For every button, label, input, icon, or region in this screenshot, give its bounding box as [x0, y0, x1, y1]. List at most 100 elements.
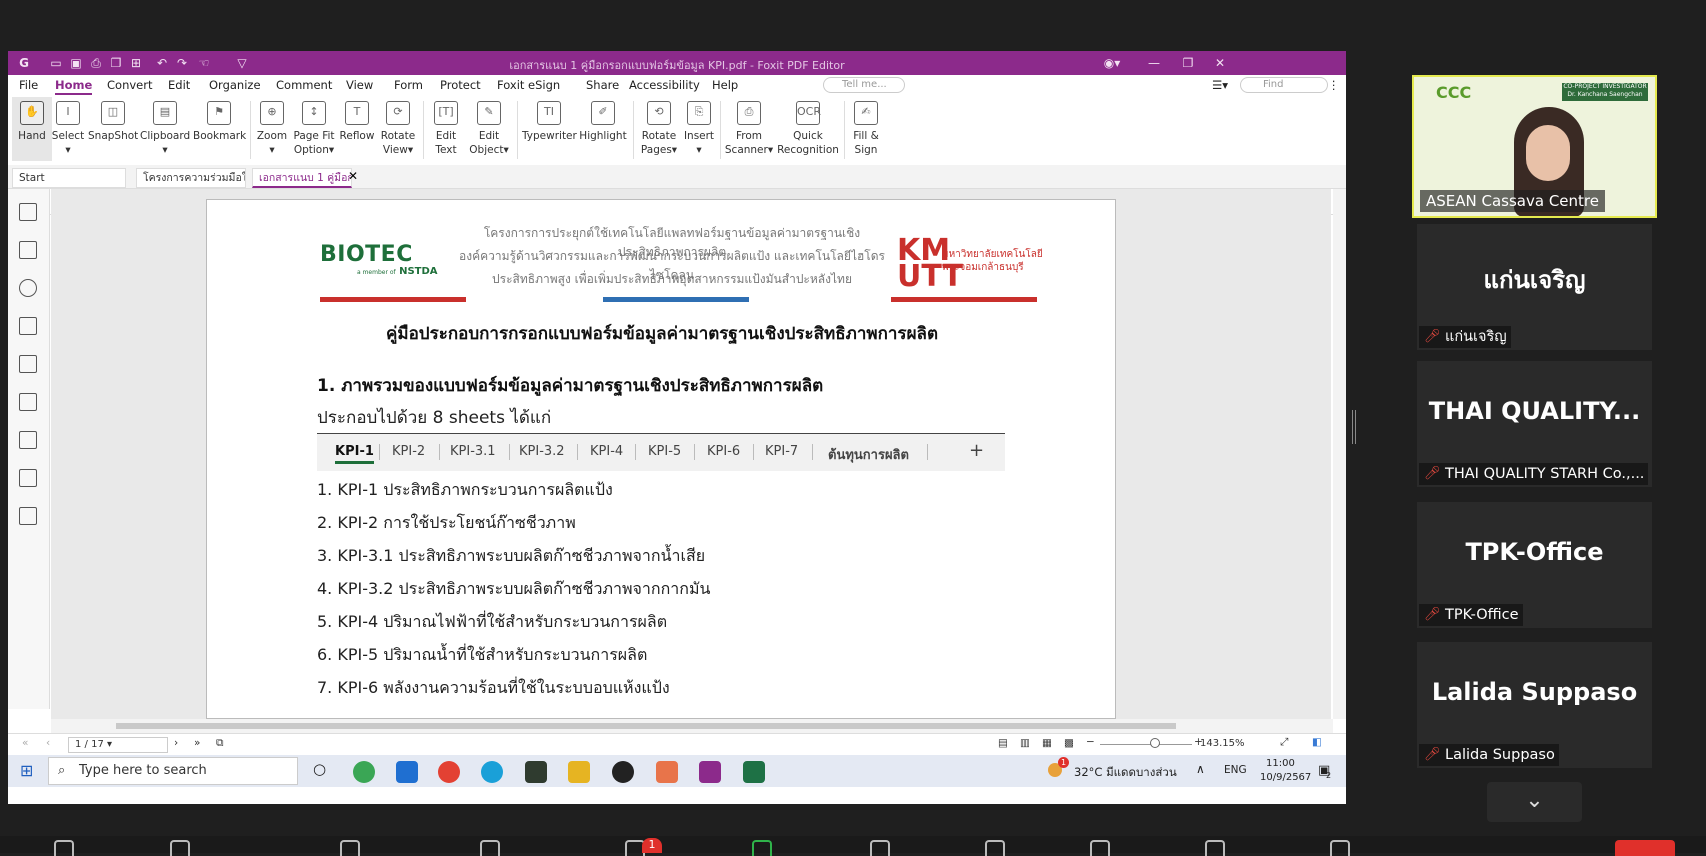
snapshot-button[interactable]: ◫ SnapShot: [88, 101, 138, 143]
menu-convert[interactable]: Convert: [107, 78, 152, 92]
participant-tile[interactable]: Lalida Suppaso 🎤︎ Lalida Suppaso: [1417, 642, 1652, 768]
first-page-icon[interactable]: «: [22, 737, 28, 749]
windows-start-icon[interactable]: ⊞: [20, 761, 33, 780]
bookmark-panel-icon[interactable]: [19, 203, 37, 221]
compare-panel-icon[interactable]: [19, 507, 37, 525]
facing-icon[interactable]: ▦: [1042, 737, 1052, 749]
menu-share[interactable]: Share: [586, 78, 619, 92]
view-pages-icon[interactable]: ⧉: [216, 737, 224, 750]
security-panel-icon[interactable]: [19, 393, 37, 411]
participant-tile[interactable]: THAI QUALITY... 🎤︎ THAI QUALITY STARH Co.…: [1417, 361, 1652, 487]
taskbar-search-input[interactable]: ⌕ Type here to search: [48, 757, 298, 785]
search-options-icon[interactable]: ☰▾: [1212, 78, 1228, 92]
bookmark-button[interactable]: ⚑ Bookmark: [193, 101, 246, 143]
edit-object-button[interactable]: ✎ Edit Object▾: [466, 101, 512, 157]
menu-form[interactable]: Form: [394, 78, 423, 92]
form-panel-icon[interactable]: [19, 431, 37, 449]
page-number-input[interactable]: 1 / 17 ▾: [68, 737, 168, 753]
tab-kpi-manual[interactable]: เอกสารแนบ 1 คู่มือกรอ...: [252, 168, 352, 188]
insert-button[interactable]: ⎘ Insert ▾: [682, 101, 716, 157]
sticky-app-icon[interactable]: [525, 761, 547, 783]
apps-icon[interactable]: [1090, 840, 1110, 856]
chrome-icon[interactable]: [438, 761, 460, 783]
tab-project-doc[interactable]: โครงการความร่วมมือในการ...: [136, 168, 246, 188]
edge-world-icon[interactable]: [353, 761, 375, 783]
from-scanner-button[interactable]: ⎙ From Scanner▾: [724, 101, 774, 157]
find-input[interactable]: Find: [1240, 77, 1328, 93]
zoom-out-icon[interactable]: −: [1086, 736, 1095, 748]
layers-panel-icon[interactable]: [19, 317, 37, 335]
foxit-assist-icon[interactable]: ◧: [1312, 736, 1322, 748]
clock-time[interactable]: 11:00: [1266, 758, 1295, 769]
tell-me-search[interactable]: Tell me...: [823, 77, 905, 93]
active-speaker-video[interactable]: CCC CO-PROJECT INVESTIGATOR Dr. Kanchana…: [1412, 75, 1657, 218]
comments-panel-icon[interactable]: [19, 279, 37, 297]
menu-view[interactable]: View: [346, 78, 373, 92]
signature-panel-icon[interactable]: [19, 469, 37, 487]
select-button[interactable]: I Select ▾: [48, 101, 88, 157]
record-icon[interactable]: [870, 840, 890, 856]
zoom-app-icon[interactable]: [656, 761, 678, 783]
menu-home[interactable]: Home: [55, 78, 93, 95]
participant-tile[interactable]: แก่นเจริญ 🎤︎ แก่นเจริญ: [1417, 224, 1652, 350]
zoom-level[interactable]: 143.15%: [1200, 738, 1245, 749]
page-fit-button[interactable]: ↕ Page Fit Option▾: [292, 101, 336, 157]
weather-text[interactable]: 32°C มีแดดบางส่วน: [1074, 764, 1177, 782]
quick-recognition-button[interactable]: OCR Quick Recognition: [776, 101, 840, 157]
clipboard-button[interactable]: ▤ Clipboard ▾: [140, 101, 190, 157]
document-canvas[interactable]: BIOTEC a member of NSTDA โครงการการประยุ…: [51, 189, 1331, 719]
minimize-icon[interactable]: —: [1146, 55, 1162, 71]
fullscreen-icon[interactable]: ⤢: [1280, 736, 1288, 749]
menu-help[interactable]: Help: [712, 78, 738, 92]
account-icon[interactable]: ◉▾: [1100, 55, 1124, 71]
rotate-view-button[interactable]: ⟳ Rotate View▾: [378, 101, 418, 157]
vertical-scrollbar[interactable]: [1333, 189, 1346, 719]
zoom-button[interactable]: ⊕ Zoom ▾: [254, 101, 290, 157]
end-meeting-button[interactable]: [1615, 840, 1675, 856]
participants-scroll-down-icon[interactable]: ⌄: [1487, 782, 1582, 822]
edge-icon[interactable]: [481, 761, 503, 783]
tab-close-icon[interactable]: ✕: [348, 169, 358, 183]
mute-icon[interactable]: [54, 840, 74, 856]
language-indicator[interactable]: ENG: [1224, 764, 1247, 776]
hand-button[interactable]: ✋ Hand: [14, 101, 50, 143]
menu-organize[interactable]: Organize: [209, 78, 261, 92]
more-options-icon[interactable]: [1330, 840, 1350, 856]
pages-panel-icon[interactable]: [19, 241, 37, 259]
share-screen-icon[interactable]: [752, 840, 772, 856]
next-page-icon[interactable]: ›: [174, 737, 178, 749]
participant-tile[interactable]: TPK-Office 🎤︎ TPK-Office: [1417, 502, 1652, 628]
menu-accessibility[interactable]: Accessibility: [629, 78, 700, 92]
tray-chevron-icon[interactable]: ∧: [1196, 762, 1205, 776]
teamviewer-icon[interactable]: [612, 761, 634, 783]
video-icon[interactable]: [170, 840, 190, 856]
typewriter-button[interactable]: TI Typewriter: [522, 101, 577, 143]
fill-sign-button[interactable]: ✍ Fill & Sign: [848, 101, 884, 157]
menu-comment[interactable]: Comment: [276, 78, 332, 92]
reactions-icon[interactable]: [985, 840, 1005, 856]
panel-resize-handle[interactable]: [1352, 410, 1356, 444]
last-page-icon[interactable]: »: [194, 737, 200, 749]
excel-icon[interactable]: [743, 761, 765, 783]
menu-protect[interactable]: Protect: [440, 78, 481, 92]
security-icon[interactable]: [340, 840, 360, 856]
participants-icon[interactable]: [480, 840, 500, 856]
clock-date[interactable]: 10/9/2567: [1260, 772, 1311, 783]
continuous-icon[interactable]: ▥: [1020, 737, 1030, 749]
file-explorer-icon[interactable]: [568, 761, 590, 783]
close-icon[interactable]: ✕: [1212, 55, 1228, 71]
menu-foxit-esign[interactable]: Foxit eSign: [497, 78, 560, 92]
horizontal-scrollbar[interactable]: [51, 719, 1333, 733]
task-view-icon[interactable]: ○: [313, 760, 326, 778]
tab-start[interactable]: Start: [12, 168, 126, 188]
more-icon[interactable]: ⋮: [1328, 78, 1340, 92]
prev-page-icon[interactable]: ‹: [46, 737, 50, 749]
cover-icon[interactable]: ▩: [1064, 737, 1074, 749]
menu-file[interactable]: File: [19, 78, 38, 92]
mail-icon[interactable]: [396, 761, 418, 783]
single-page-icon[interactable]: ▤: [998, 737, 1008, 749]
horizontal-scroll-thumb[interactable]: [116, 723, 1176, 729]
zoom-slider-thumb[interactable]: [1150, 738, 1160, 748]
highlight-button[interactable]: ✐ Highlight: [578, 101, 628, 143]
menu-edit[interactable]: Edit: [168, 78, 190, 92]
